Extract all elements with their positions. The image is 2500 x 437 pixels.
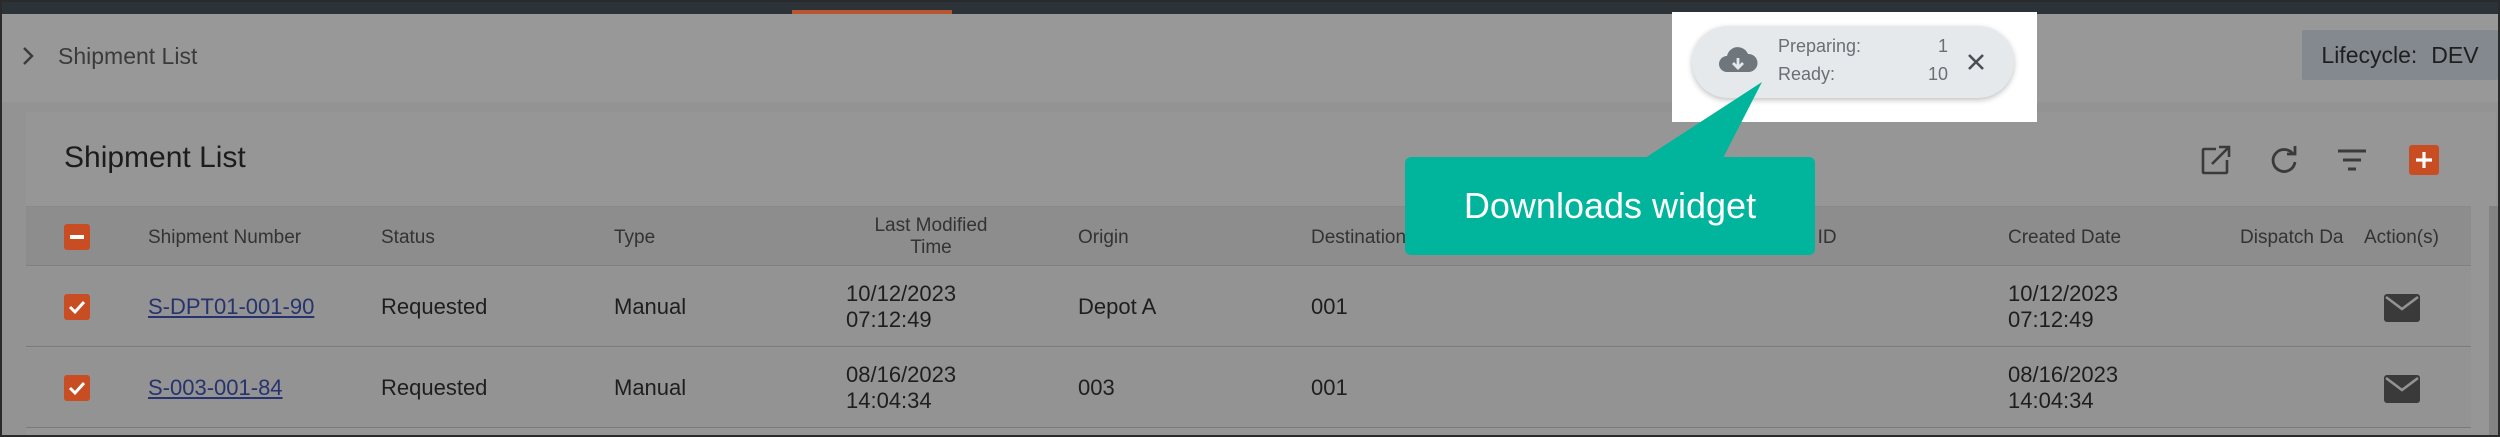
downloads-widget[interactable]: Preparing: 1 Ready: 10 xyxy=(1692,26,2014,98)
destination-cell: 001 xyxy=(1311,375,1348,400)
last-modified-time: 14:04:34 xyxy=(846,388,932,413)
app-window: Shipment List Lifecycle: DEV Shipment Li… xyxy=(0,0,2500,437)
check-icon xyxy=(68,381,86,396)
header-type[interactable]: Type xyxy=(614,227,655,249)
row-checkbox[interactable] xyxy=(64,294,90,320)
add-icon[interactable] xyxy=(2406,142,2442,178)
created-time: 14:04:34 xyxy=(2008,388,2094,413)
header-shipment-number[interactable]: Shipment Number xyxy=(148,227,301,249)
header-actions: Action(s) xyxy=(2364,227,2439,248)
created-date-cell: 10/12/2023 07:12:49 xyxy=(2008,281,2118,333)
shipment-number-link[interactable]: S-003-001-84 xyxy=(148,375,283,401)
lifecycle-value: DEV xyxy=(2431,41,2479,68)
table-row[interactable]: S-003-001-84 Requested Manual 08/16/2023… xyxy=(26,348,2471,428)
header-last-modified-line2: Time xyxy=(910,237,952,258)
header-last-modified-line1: Last Modified xyxy=(874,215,988,236)
header-status[interactable]: Status xyxy=(381,227,435,249)
minus-icon xyxy=(70,235,84,239)
last-modified-time: 07:12:49 xyxy=(846,307,932,332)
table-row[interactable]: S-DPT01-001-90 Requested Manual 10/12/20… xyxy=(26,267,2471,347)
email-icon[interactable] xyxy=(2384,294,2420,322)
type-cell: Manual xyxy=(614,294,687,319)
lifecycle-label: Lifecycle: xyxy=(2321,41,2418,68)
check-icon xyxy=(68,300,86,315)
select-all-checkbox[interactable] xyxy=(64,224,90,250)
top-app-bar xyxy=(2,2,2498,14)
last-modified-date: 10/12/2023 xyxy=(846,281,957,306)
ready-label: Ready: xyxy=(1778,64,1836,84)
refresh-icon[interactable] xyxy=(2266,142,2302,178)
header-origin[interactable]: Origin xyxy=(1078,227,1129,249)
table-header-row: Shipment Number Status Type Last Modifie… xyxy=(26,206,2471,266)
header-last-modified[interactable]: Last Modified Time xyxy=(846,215,1016,259)
breadcrumb-title: Shipment List xyxy=(58,43,198,69)
created-date: 10/12/2023 xyxy=(2008,281,2119,306)
chevron-right-icon[interactable] xyxy=(16,44,40,68)
open-external-icon[interactable] xyxy=(2198,142,2234,178)
type-cell: Manual xyxy=(614,375,687,400)
status-cell: Requested xyxy=(381,294,488,319)
close-icon[interactable] xyxy=(1962,48,1990,76)
shipment-number-link[interactable]: S-DPT01-001-90 xyxy=(148,294,314,320)
page-title: Shipment List xyxy=(64,141,246,174)
created-date: 08/16/2023 xyxy=(2008,362,2119,387)
lifecycle-badge: Lifecycle: DEV xyxy=(2302,30,2498,80)
preparing-row: Preparing: 1 xyxy=(1778,36,1948,57)
created-time: 07:12:49 xyxy=(2008,307,2094,332)
shipment-list-panel: Shipment List Shipment Number Status Typ… xyxy=(26,112,2498,435)
preparing-count: 1 xyxy=(1937,36,1948,56)
ready-count: 10 xyxy=(1927,64,1948,84)
status-cell: Requested xyxy=(381,375,488,400)
preparing-label: Preparing: xyxy=(1778,36,1862,56)
cloud-download-icon[interactable] xyxy=(1716,40,1760,84)
created-date-cell: 08/16/2023 14:04:34 xyxy=(2008,362,2118,414)
last-modified-cell: 10/12/2023 07:12:49 xyxy=(846,281,956,333)
downloads-widget-callout: Downloads widget xyxy=(1405,157,1815,255)
row-checkbox[interactable] xyxy=(64,375,90,401)
filter-icon[interactable] xyxy=(2334,142,2370,178)
origin-cell: 003 xyxy=(1078,375,1115,400)
last-modified-cell: 08/16/2023 14:04:34 xyxy=(846,362,956,414)
header-created-date[interactable]: Created Date xyxy=(2008,227,2121,249)
email-icon[interactable] xyxy=(2384,375,2420,403)
header-destination[interactable]: Destination xyxy=(1311,227,1406,249)
last-modified-date: 08/16/2023 xyxy=(846,362,957,387)
navigation-bar: Shipment List Lifecycle: DEV xyxy=(2,14,2498,102)
vertical-scrollbar[interactable] xyxy=(2489,206,2498,435)
ready-row: Ready: 10 xyxy=(1778,64,1948,85)
header-dispatch-date[interactable]: Dispatch Da xyxy=(2240,227,2350,249)
origin-cell: Depot A xyxy=(1078,294,1157,319)
destination-cell: 001 xyxy=(1311,294,1348,319)
